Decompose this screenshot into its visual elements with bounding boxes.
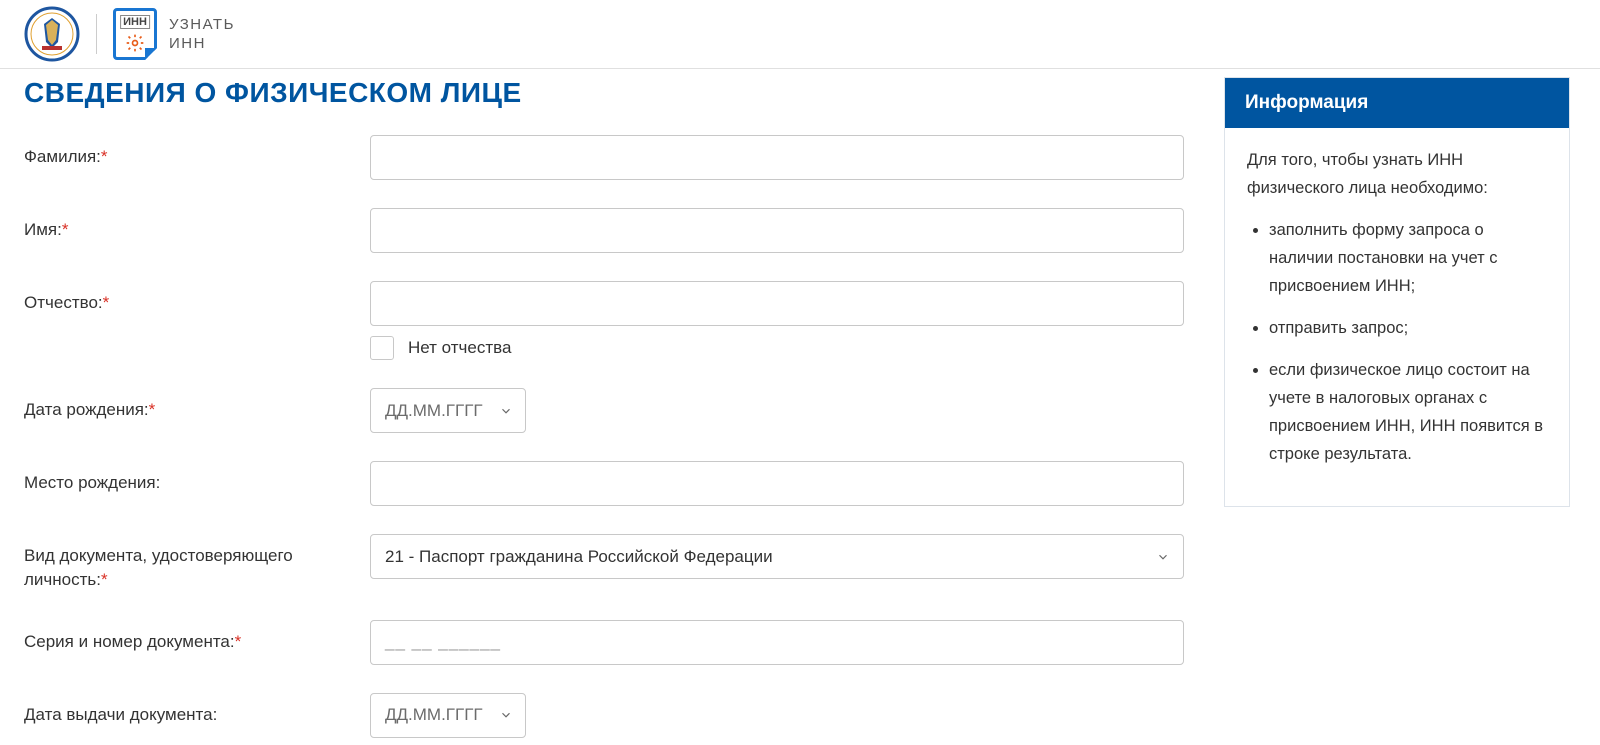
info-bullet: если физическое лицо состоит на учете в … xyxy=(1269,356,1547,468)
no-patronymic-label: Нет отчества xyxy=(408,338,511,358)
birthplace-input[interactable] xyxy=(370,461,1184,506)
dob-datepicker[interactable]: ДД.ММ.ГГГГ xyxy=(370,388,526,433)
patronymic-input[interactable] xyxy=(370,281,1184,326)
inn-icon-text: ИНН xyxy=(120,15,150,29)
inn-logo-icon: ИНН xyxy=(113,8,157,60)
doc-number-label: Серия и номер документа:* xyxy=(24,620,370,654)
info-bullet: заполнить форму запроса о наличии постан… xyxy=(1269,216,1547,300)
dob-label: Дата рождения:* xyxy=(24,388,370,422)
name-input[interactable] xyxy=(370,208,1184,253)
info-bullet: отправить запрос; xyxy=(1269,314,1547,342)
dob-placeholder: ДД.ММ.ГГГГ xyxy=(385,401,483,421)
info-box: Информация Для того, чтобы узнать ИНН фи… xyxy=(1224,77,1570,507)
fns-emblem-logo xyxy=(24,6,80,62)
name-label: Имя:* xyxy=(24,208,370,242)
no-patronymic-checkbox[interactable] xyxy=(370,336,394,360)
doc-number-input[interactable]: __ __ ______ xyxy=(370,620,1184,665)
page-title: СВЕДЕНИЯ О ФИЗИЧЕСКОМ ЛИЦЕ xyxy=(24,77,1184,109)
doc-issue-placeholder: ДД.ММ.ГГГГ xyxy=(385,705,483,725)
header-title-line1: УЗНАТЬ xyxy=(169,16,235,33)
info-header: Информация xyxy=(1225,78,1569,128)
doc-type-label: Вид документа, удостоверяющего личность:… xyxy=(24,534,370,592)
info-bullets: заполнить форму запроса о наличии постан… xyxy=(1247,216,1547,468)
info-intro: Для того, чтобы узнать ИНН физического л… xyxy=(1247,146,1547,202)
header-title-line2: ИНН xyxy=(169,35,206,52)
header-divider xyxy=(96,14,97,54)
chevron-down-icon xyxy=(499,708,513,722)
doc-type-select[interactable]: 21 - Паспорт гражданина Российской Федер… xyxy=(370,534,1184,579)
doc-type-value: 21 - Паспорт гражданина Российской Федер… xyxy=(385,547,773,567)
site-header: ИНН УЗНАТЬ ИНН xyxy=(0,0,1600,69)
patronymic-label: Отчество:* xyxy=(24,281,370,315)
birthplace-label: Место рождения: xyxy=(24,461,370,495)
surname-label: Фамилия:* xyxy=(24,135,370,169)
header-title: УЗНАТЬ ИНН xyxy=(169,15,235,54)
gear-icon xyxy=(125,33,145,53)
sidebar: Информация Для того, чтобы узнать ИНН фи… xyxy=(1224,77,1570,738)
surname-input[interactable] xyxy=(370,135,1184,180)
doc-issue-datepicker[interactable]: ДД.ММ.ГГГГ xyxy=(370,693,526,738)
chevron-down-icon xyxy=(499,404,513,418)
doc-issue-date-label: Дата выдачи документа: xyxy=(24,693,370,727)
doc-number-mask: __ __ ______ xyxy=(385,632,501,652)
